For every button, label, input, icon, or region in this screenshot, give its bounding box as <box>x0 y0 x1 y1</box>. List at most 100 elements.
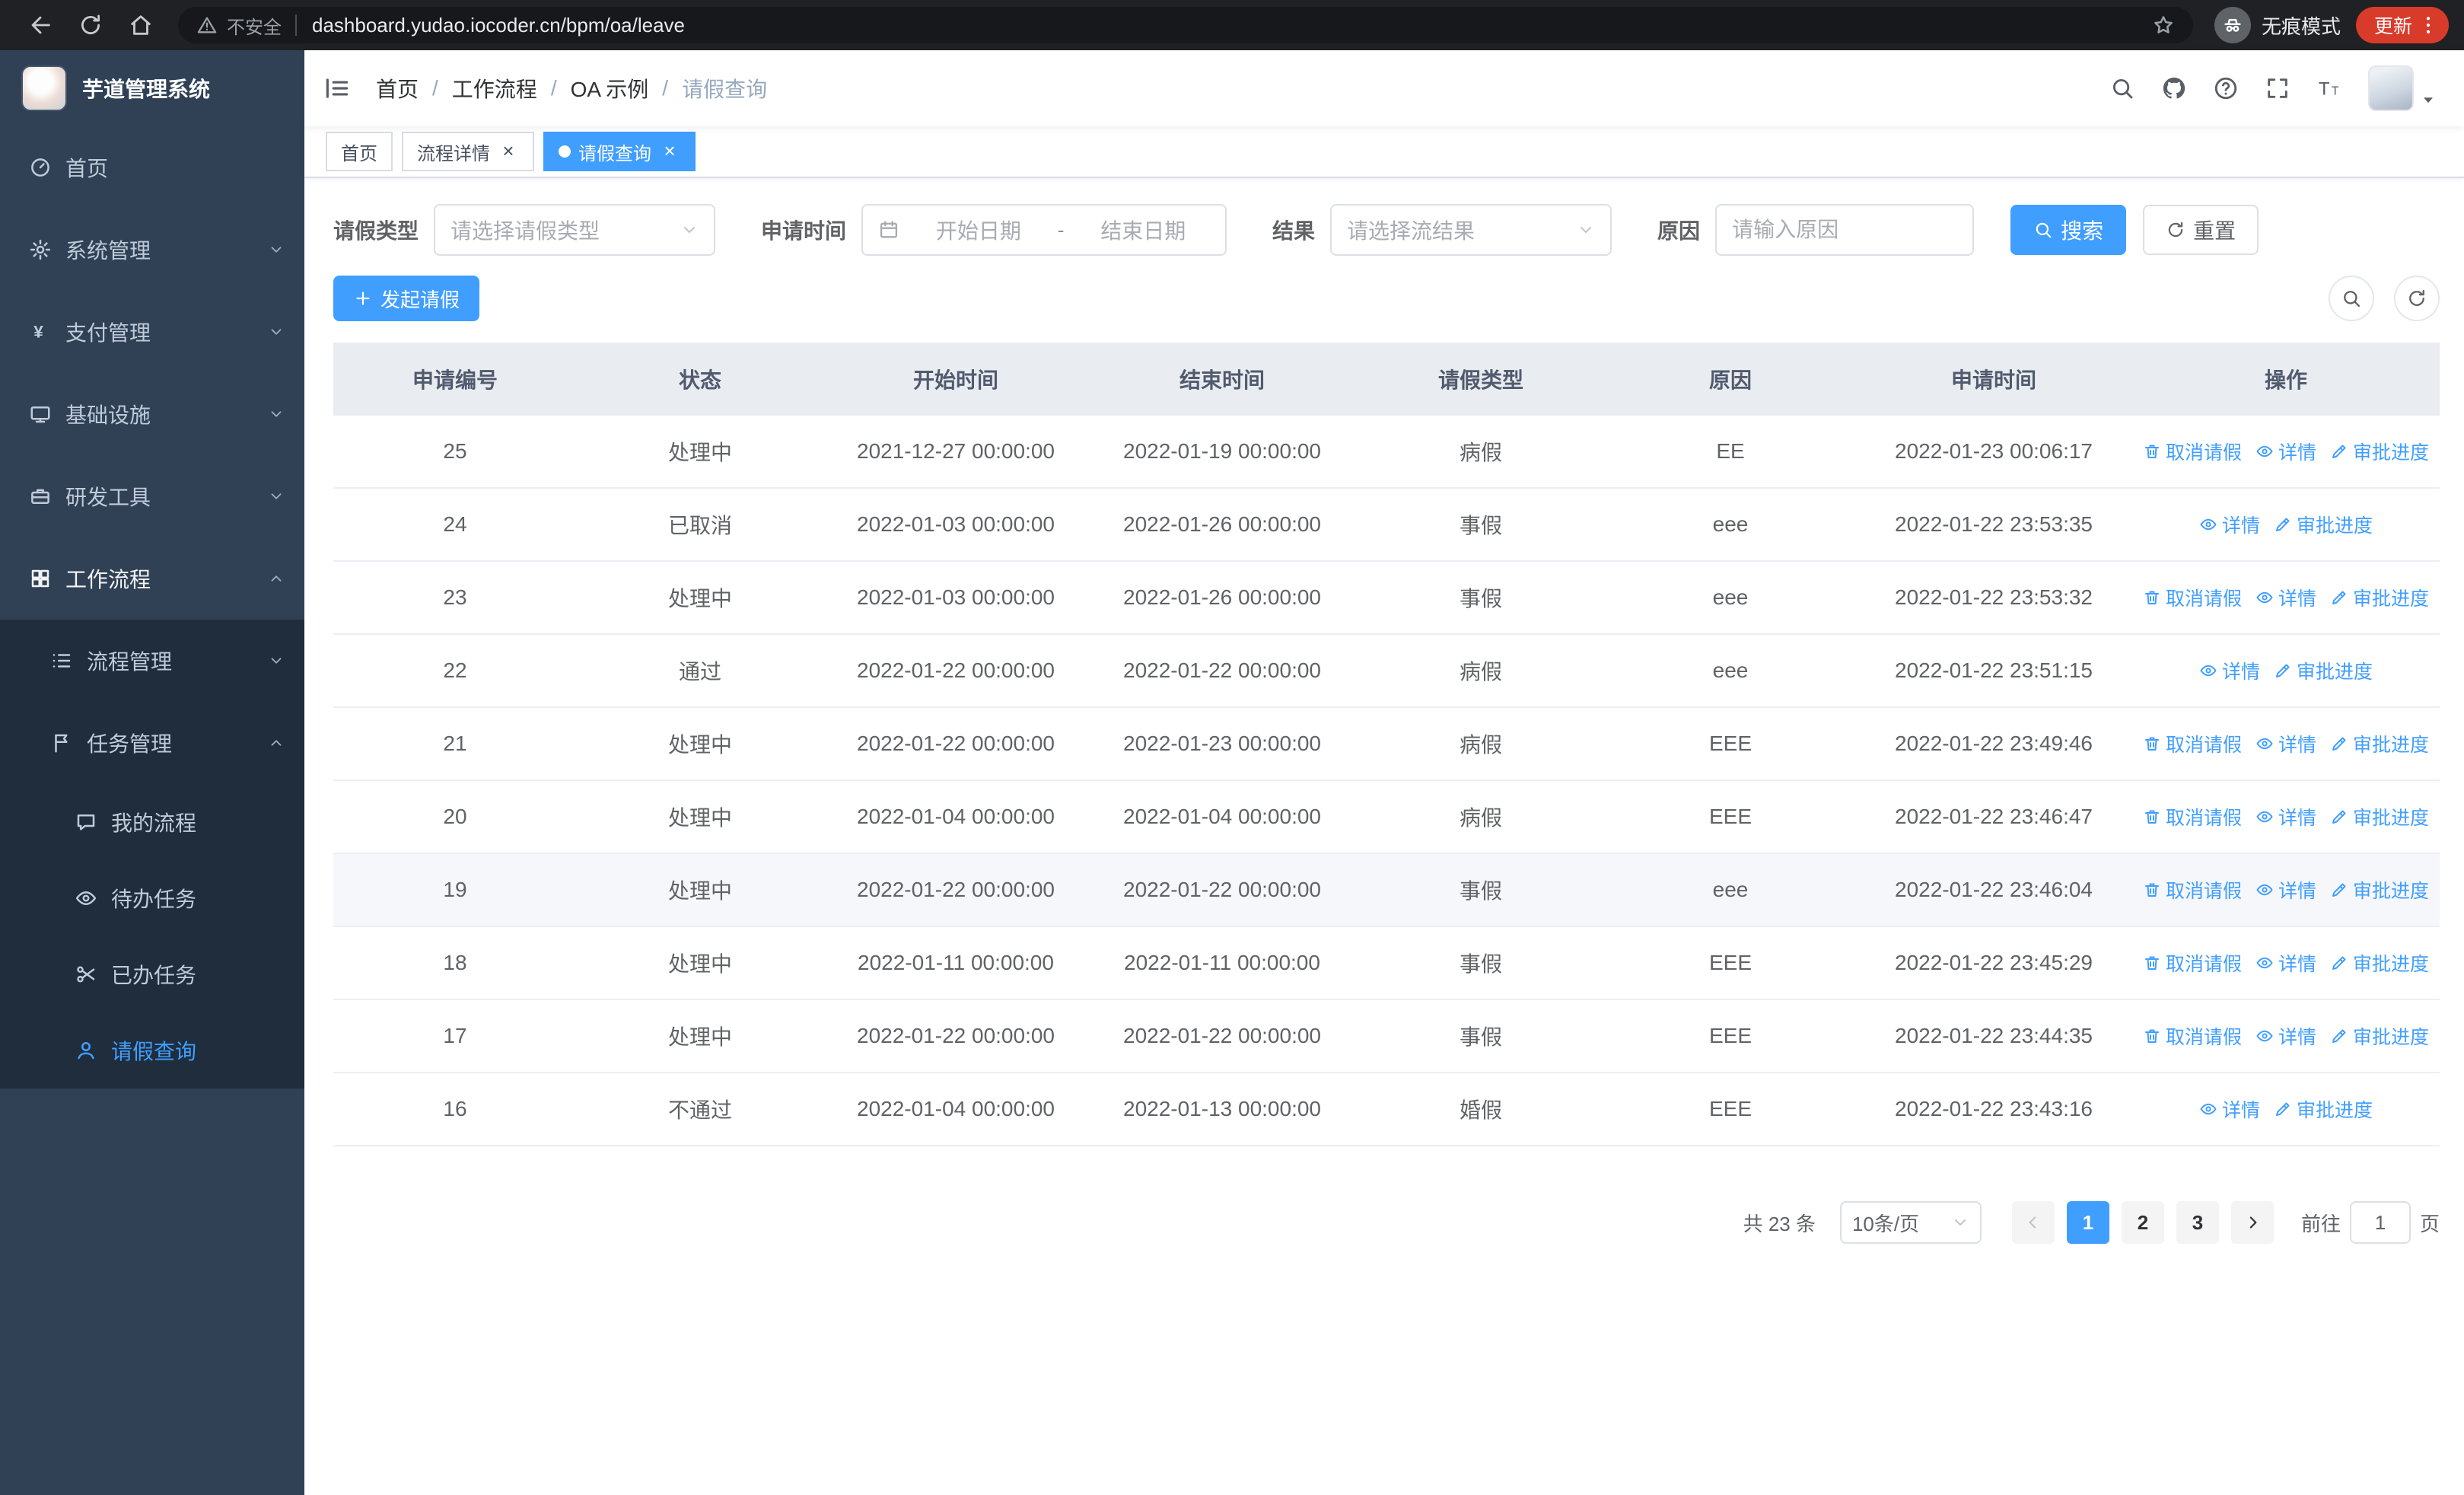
cancel-leave-link[interactable]: 取消请假 <box>2143 803 2242 830</box>
approval-progress-link[interactable]: 审批进度 <box>2330 876 2429 904</box>
bookmark-star-icon[interactable] <box>2152 14 2175 37</box>
cancel-leave-link[interactable]: 取消请假 <box>2143 584 2242 611</box>
search-button[interactable]: 搜索 <box>2010 205 2127 255</box>
approval-progress-link[interactable]: 审批进度 <box>2330 730 2429 757</box>
cell-id: 18 <box>443 951 467 974</box>
detail-link[interactable]: 详情 <box>2255 876 2316 904</box>
detail-link[interactable]: 详情 <box>2199 1095 2260 1123</box>
breadcrumb-separator: / <box>432 76 438 100</box>
link-label: 取消请假 <box>2165 442 2242 464</box>
table-row: 20 处理中 2022-01-04 00:00:00 2022-01-04 00:00… <box>333 781 2440 854</box>
chevron-down-icon <box>1951 1213 1969 1232</box>
detail-link[interactable]: 详情 <box>2255 803 2316 830</box>
browser-update-button[interactable]: 更新 <box>2355 7 2449 43</box>
cancel-leave-link[interactable]: 取消请假 <box>2143 1022 2242 1050</box>
sidebar-item-done-tasks[interactable]: 已办任务 <box>0 936 304 1012</box>
reset-button[interactable]: 重置 <box>2143 205 2259 255</box>
cell-type: 事假 <box>1459 952 1502 976</box>
approval-progress-link[interactable]: 审批进度 <box>2274 511 2373 538</box>
sidebar-item-process-management[interactable]: 流程管理 <box>0 620 304 702</box>
apply-time-label: 申请时间 <box>761 219 847 243</box>
detail-link[interactable]: 详情 <box>2255 1022 2316 1050</box>
page-size-select[interactable]: 10条/页 <box>1839 1201 1982 1244</box>
breadcrumb-item[interactable]: OA 示例 <box>571 73 649 104</box>
prev-page-button[interactable] <box>2011 1201 2055 1244</box>
create-leave-button[interactable]: 发起请假 <box>333 276 480 321</box>
cancel-leave-link[interactable]: 取消请假 <box>2143 876 2242 904</box>
cell-actions: 取消请假 详情 审批进度 <box>2132 438 2440 465</box>
breadcrumb-item[interactable]: 首页 <box>376 73 419 104</box>
sidebar-item-todo-tasks[interactable]: 待办任务 <box>0 860 304 936</box>
fullscreen-icon[interactable] <box>2265 75 2291 101</box>
detail-link[interactable]: 详情 <box>2255 584 2316 611</box>
approval-progress-link[interactable]: 审批进度 <box>2274 657 2373 684</box>
sidebar-item-home[interactable]: 首页 <box>0 126 304 209</box>
sidebar-item-workflow[interactable]: 工作流程 <box>0 537 304 620</box>
toggle-search-button[interactable] <box>2329 276 2374 321</box>
breadcrumb-item[interactable]: 工作流程 <box>452 73 537 104</box>
search-icon[interactable] <box>2109 75 2135 101</box>
detail-link[interactable]: 详情 <box>2255 438 2316 465</box>
approval-progress-link[interactable]: 审批进度 <box>2330 584 2429 611</box>
sidebar-item-my-process[interactable]: 我的流程 <box>0 784 304 860</box>
message-icon <box>75 811 97 834</box>
sidebar-item-system-management[interactable]: 系统管理 <box>0 209 304 291</box>
tab-leave-query[interactable]: 请假查询 × <box>543 132 696 171</box>
detail-link[interactable]: 详情 <box>2255 730 2316 757</box>
approval-progress-link[interactable]: 审批进度 <box>2274 1095 2373 1123</box>
link-label: 审批进度 <box>2297 515 2373 537</box>
browser-toolbar: 不安全 dashboard.yudao.iocoder.cn/bpm/oa/le… <box>0 0 2464 50</box>
sidebar-item-label: 工作流程 <box>65 568 151 591</box>
reason-input[interactable] <box>1715 204 1975 256</box>
cell-type: 病假 <box>1459 441 1502 464</box>
browser-reload-icon[interactable] <box>78 12 103 38</box>
font-size-icon[interactable]: TT <box>2316 75 2342 101</box>
sidebar-item-dev-tools[interactable]: 研发工具 <box>0 455 304 537</box>
cancel-leave-link[interactable]: 取消请假 <box>2143 730 2242 757</box>
link-label: 审批进度 <box>2353 954 2430 975</box>
refresh-table-button[interactable] <box>2394 276 2440 321</box>
sidebar-item-task-management[interactable]: 任务管理 <box>0 702 304 784</box>
tab-process-detail[interactable]: 流程详情 × <box>402 132 534 171</box>
detail-link[interactable]: 详情 <box>2255 949 2316 977</box>
next-page-button[interactable] <box>2230 1201 2274 1244</box>
page-button-2[interactable]: 2 <box>2121 1201 2164 1244</box>
table-toolbar: 发起请假 <box>333 276 2440 321</box>
approval-progress-link[interactable]: 审批进度 <box>2330 1022 2429 1050</box>
cancel-leave-link[interactable]: 取消请假 <box>2143 438 2242 465</box>
approval-progress-link[interactable]: 审批进度 <box>2330 949 2429 977</box>
detail-link[interactable]: 详情 <box>2199 657 2260 684</box>
page-button-3[interactable]: 3 <box>2176 1201 2219 1244</box>
leave-type-select[interactable]: 请选择请假类型 <box>434 204 716 256</box>
page-button-1[interactable]: 1 <box>2066 1201 2109 1244</box>
tab-home[interactable]: 首页 <box>326 132 393 171</box>
approval-progress-link[interactable]: 审批进度 <box>2330 803 2429 830</box>
help-icon[interactable] <box>2213 75 2239 101</box>
grid-icon <box>29 567 52 590</box>
search-icon <box>2033 220 2053 240</box>
goto-page-input[interactable] <box>2349 1201 2411 1244</box>
github-icon[interactable] <box>2161 75 2187 101</box>
cell-status: 处理中 <box>667 952 732 976</box>
sidebar-item-payment-management[interactable]: ¥ 支付管理 <box>0 291 304 373</box>
result-select[interactable]: 请选择流结果 <box>1330 204 1612 256</box>
cell-id: 23 <box>443 585 467 609</box>
sidebar-item-leave-query[interactable]: 请假查询 <box>0 1012 304 1089</box>
link-label: 审批进度 <box>2297 1100 2373 1121</box>
chevron-down-icon <box>268 406 285 422</box>
sidebar-collapse-icon[interactable] <box>323 74 352 103</box>
apply-time-range-picker[interactable]: 开始日期 - 结束日期 <box>861 204 1227 256</box>
link-label: 审批进度 <box>2353 735 2430 756</box>
sidebar-item-infrastructure[interactable]: 基础设施 <box>0 373 304 455</box>
cancel-leave-link[interactable]: 取消请假 <box>2143 949 2242 977</box>
approval-progress-link[interactable]: 审批进度 <box>2330 438 2429 465</box>
close-icon[interactable]: × <box>498 141 519 162</box>
user-menu[interactable] <box>2368 65 2437 111</box>
browser-back-icon[interactable] <box>27 12 53 38</box>
browser-home-icon[interactable] <box>128 12 154 38</box>
close-icon[interactable]: × <box>659 141 680 162</box>
menu-dots-icon[interactable] <box>2417 14 2440 37</box>
user-avatar <box>2368 65 2414 111</box>
browser-address-bar[interactable]: 不安全 dashboard.yudao.iocoder.cn/bpm/oa/le… <box>178 7 2193 43</box>
detail-link[interactable]: 详情 <box>2199 511 2260 538</box>
